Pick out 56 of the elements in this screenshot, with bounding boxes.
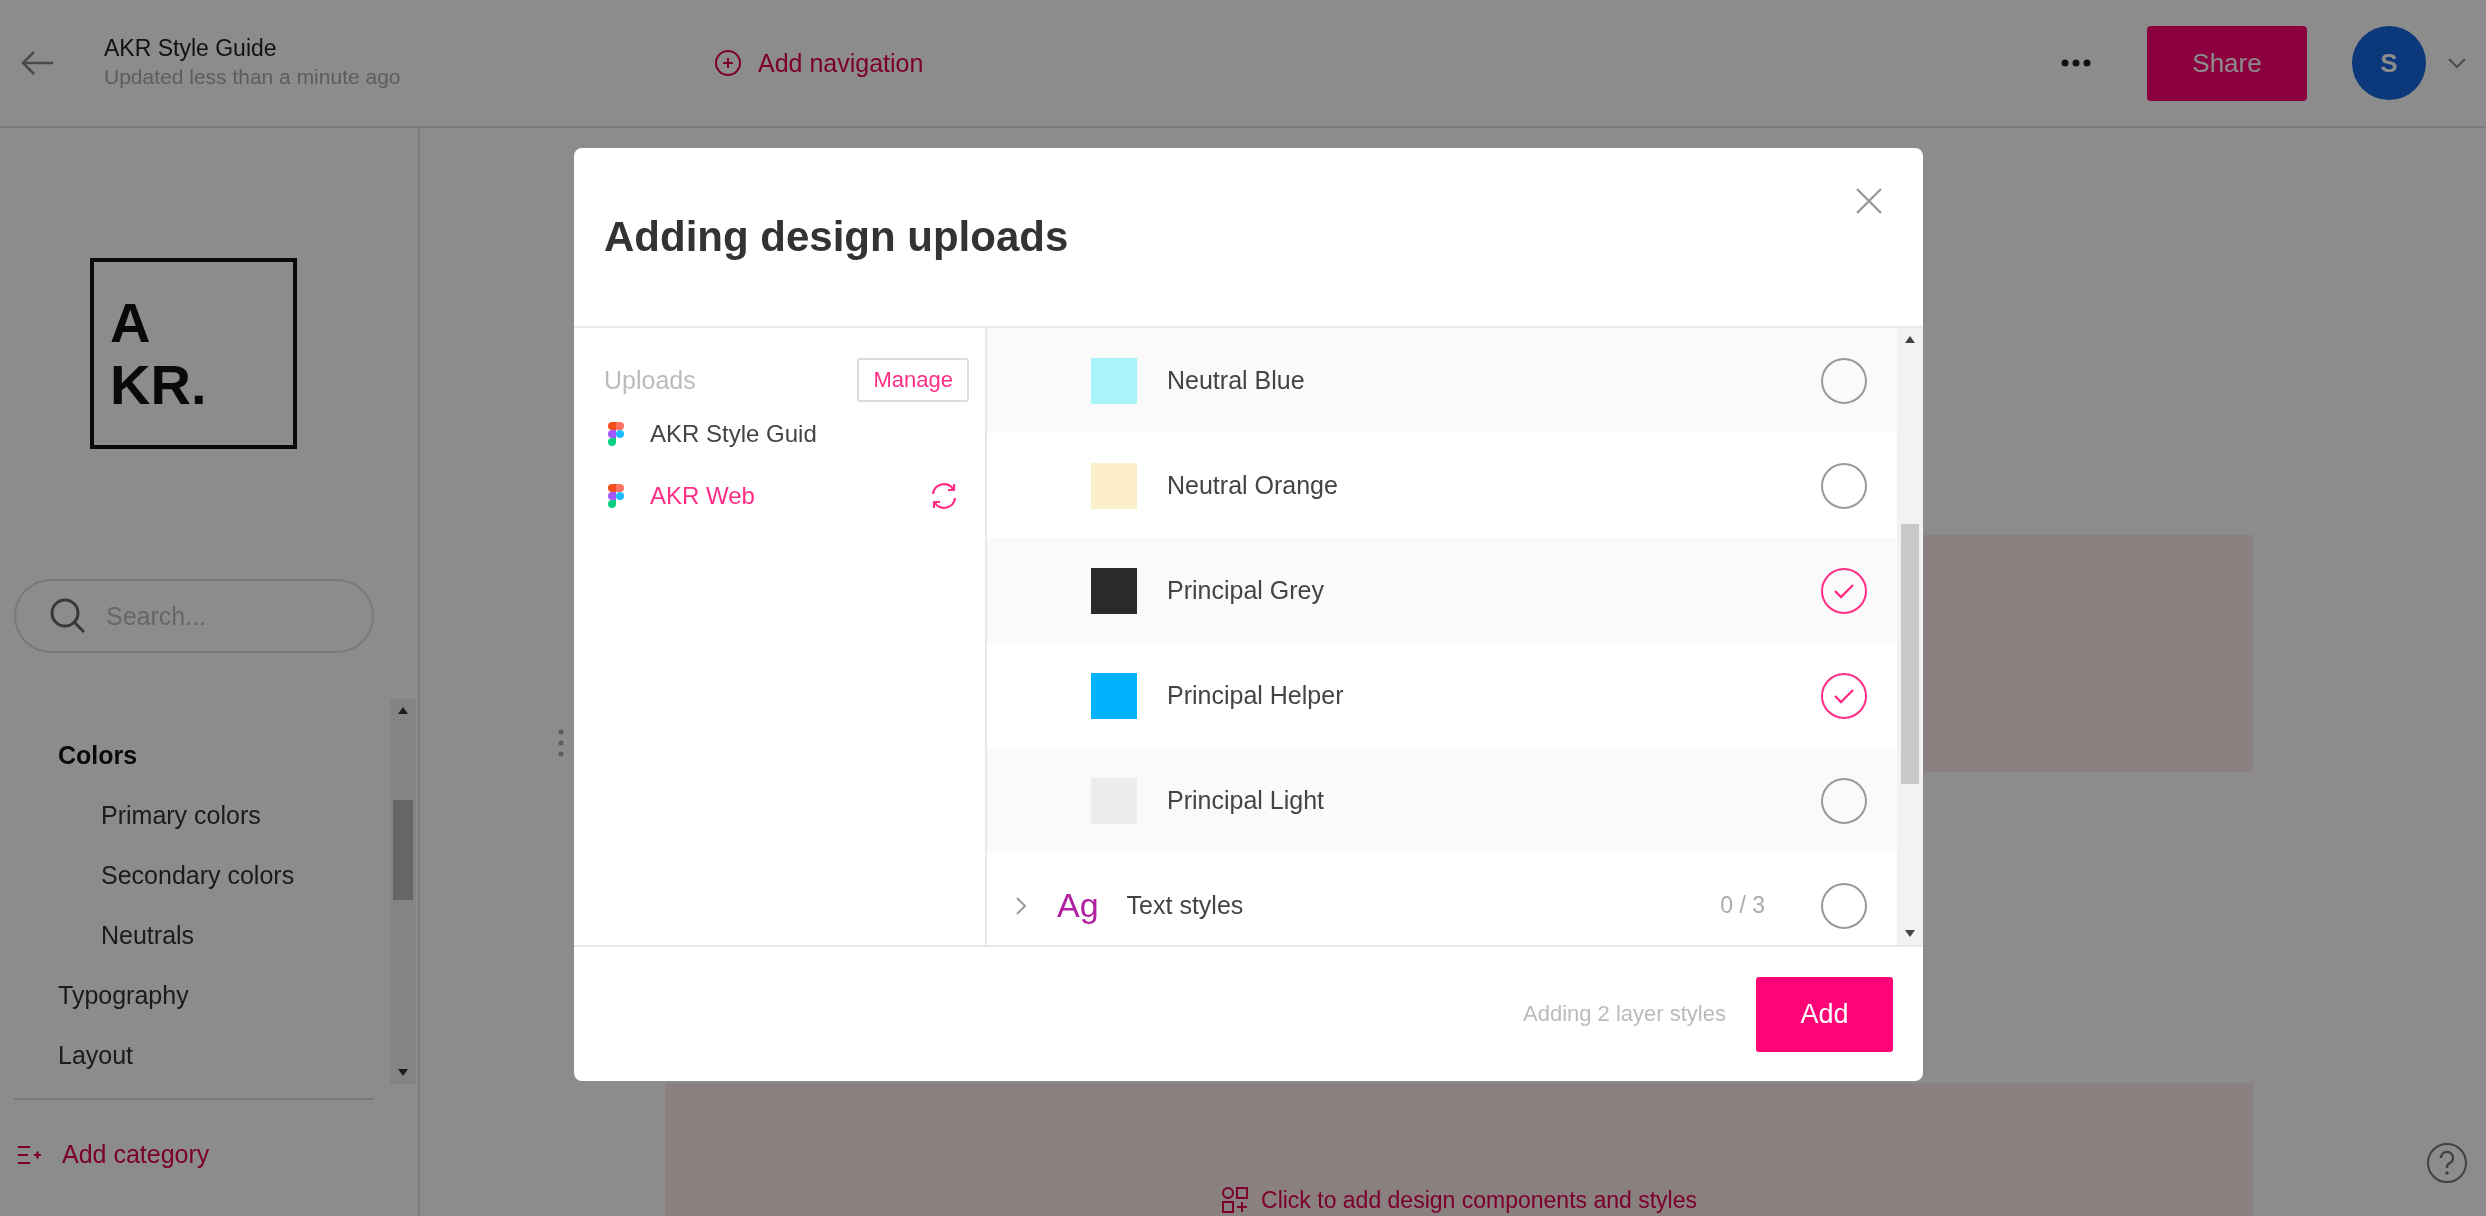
chevron-right-icon[interactable] [1015, 895, 1027, 916]
add-category-link[interactable]: Add category [16, 1140, 418, 1169]
nav-item[interactable]: Typography [0, 965, 390, 1025]
close-icon[interactable] [1855, 187, 1883, 215]
style-name: Principal Light [1167, 786, 1326, 815]
arrow-up-icon[interactable] [1903, 334, 1917, 344]
upload-item[interactable]: AKR Web [650, 482, 755, 510]
check-icon [1833, 582, 1855, 599]
add-list-icon [16, 1143, 42, 1166]
chevron-down-icon[interactable] [2448, 58, 2466, 68]
scrollbar-thumb[interactable] [1901, 524, 1919, 784]
plus-circle-icon [714, 49, 742, 77]
checkbox[interactable] [1821, 882, 1867, 929]
checkbox[interactable] [1821, 777, 1867, 824]
add-components-link[interactable]: Click to add design components and styles [1221, 1186, 1697, 1214]
nav-item[interactable]: Colors [0, 725, 390, 785]
nav-item[interactable]: Layout [0, 1025, 390, 1085]
more-icon[interactable] [2061, 59, 2091, 67]
back-icon[interactable] [20, 50, 54, 76]
nav-subitem[interactable]: Secondary colors [0, 845, 390, 905]
scrollbar-thumb[interactable] [393, 800, 413, 900]
share-button[interactable]: Share [2147, 25, 2307, 101]
scrollbar[interactable] [1897, 328, 1923, 945]
nav-subitem[interactable]: Primary colors [0, 785, 390, 845]
add-button[interactable]: Add [1756, 976, 1893, 1052]
check-icon [1833, 687, 1855, 704]
components-icon [1221, 1186, 1249, 1214]
modal-title: Adding design uploads [604, 213, 1069, 261]
nav-subitem[interactable]: Neutrals [0, 905, 390, 965]
avatar[interactable]: S [2352, 26, 2426, 100]
style-name: Neutral Orange [1167, 471, 1339, 500]
checkbox[interactable] [1821, 357, 1867, 404]
upload-item[interactable]: AKR Style Guid [650, 420, 817, 448]
figma-icon [608, 484, 624, 508]
group-name: Text styles [1126, 891, 1245, 920]
scrollbar[interactable] [390, 699, 416, 1084]
arrow-up-icon[interactable] [396, 705, 410, 715]
add-navigation-link[interactable]: Add navigation [714, 48, 924, 78]
checkbox[interactable] [1821, 567, 1867, 614]
style-name: Neutral Blue [1167, 366, 1306, 395]
uploads-label: Uploads [604, 365, 696, 395]
status-text: Adding 2 layer styles [1523, 1001, 1726, 1027]
sync-icon[interactable] [929, 482, 959, 510]
text-style-icon: Ag [1057, 886, 1099, 925]
help-icon[interactable] [2426, 1142, 2468, 1184]
manage-button[interactable]: Manage [857, 358, 969, 402]
style-name: Principal Helper [1167, 681, 1345, 710]
logo: A KR. [90, 258, 297, 449]
arrow-down-icon[interactable] [396, 1068, 410, 1078]
style-name: Principal Grey [1167, 576, 1325, 605]
checkbox[interactable] [1821, 462, 1867, 509]
selection-count: 0 / 3 [1720, 892, 1765, 919]
checkbox[interactable] [1821, 672, 1867, 719]
figma-icon [608, 422, 624, 446]
document-title: AKR Style Guide [104, 34, 278, 62]
arrow-down-icon[interactable] [1903, 929, 1917, 939]
